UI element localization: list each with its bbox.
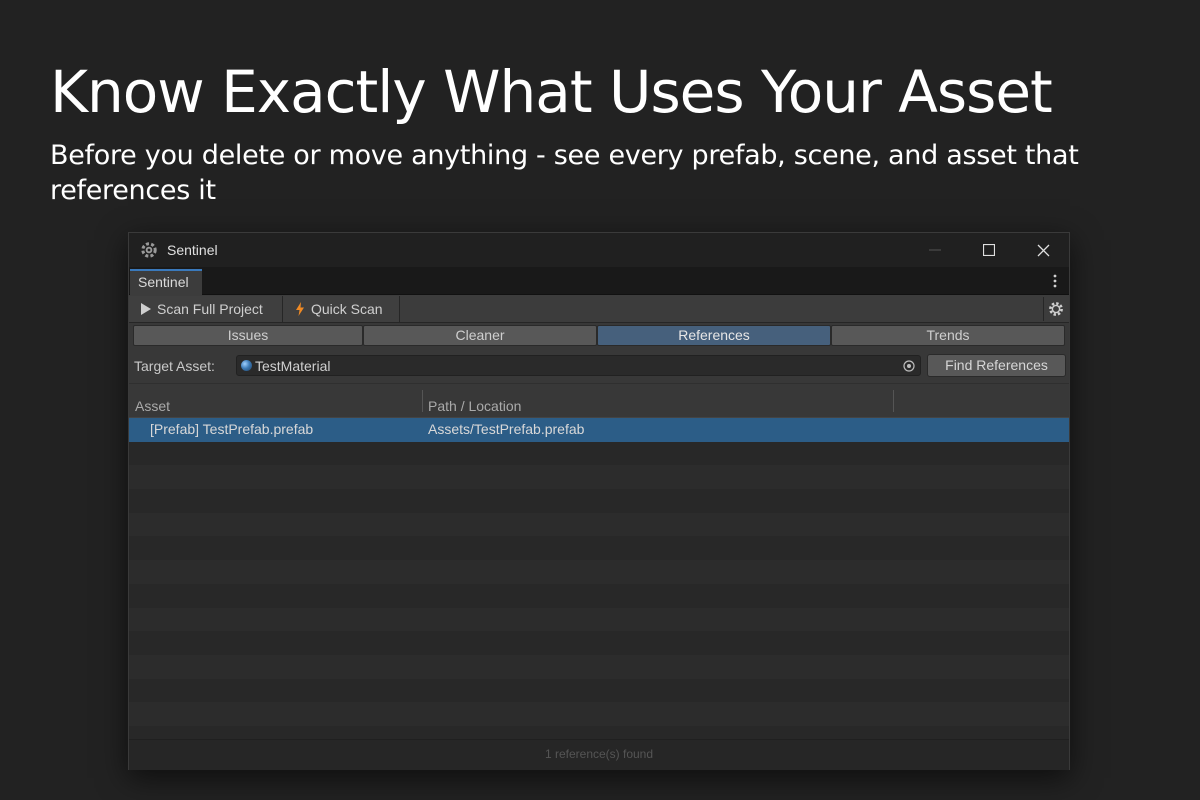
close-icon: [1037, 244, 1049, 256]
empty-row: [129, 631, 1069, 655]
empty-row: [129, 441, 1069, 466]
column-divider[interactable]: [893, 390, 894, 412]
target-asset-field[interactable]: TestMaterial: [236, 355, 921, 376]
tab-cleaner[interactable]: Cleaner: [363, 325, 597, 346]
empty-row: [129, 489, 1069, 513]
minimize-button[interactable]: [908, 233, 962, 267]
section-tabs: Issues Cleaner References Trends: [129, 323, 1069, 349]
quick-scan-label: Quick Scan: [311, 301, 383, 317]
empty-row: [129, 607, 1069, 632]
scan-full-project-button[interactable]: Scan Full Project: [129, 296, 283, 322]
table-rows: [Prefab] TestPrefab.prefab Assets/TestPre…: [129, 418, 1069, 739]
column-divider[interactable]: [422, 390, 423, 412]
tab-trends[interactable]: Trends: [831, 325, 1065, 346]
lightning-icon: [296, 302, 304, 316]
scan-full-project-label: Scan Full Project: [157, 301, 263, 317]
close-button[interactable]: [1016, 233, 1070, 267]
tab-issues[interactable]: Issues: [133, 325, 363, 346]
empty-row: [129, 536, 1069, 561]
status-bar: 1 reference(s) found: [129, 739, 1069, 770]
empty-row: [129, 702, 1069, 726]
column-header-asset[interactable]: Asset: [135, 398, 170, 414]
empty-row: [129, 560, 1069, 584]
tab-sentinel[interactable]: Sentinel: [130, 269, 202, 295]
quick-scan-button[interactable]: Quick Scan: [283, 296, 400, 322]
empty-row: [129, 725, 1069, 739]
maximize-button[interactable]: [962, 233, 1016, 267]
object-picker-icon[interactable]: [902, 359, 916, 373]
column-header-path[interactable]: Path / Location: [428, 398, 521, 414]
window-title: Sentinel: [167, 242, 218, 258]
maximize-icon: [983, 244, 995, 256]
cell-path: Assets/TestPrefab.prefab: [428, 421, 585, 437]
results-table: Asset Path / Location [Prefab] TestPrefa…: [129, 383, 1069, 739]
empty-row: [129, 512, 1069, 537]
hero-title: Know Exactly What Uses Your Asset: [50, 58, 1053, 126]
empty-row: [129, 654, 1069, 679]
material-sphere-icon: [241, 360, 252, 371]
unity-gear-icon: [139, 240, 159, 260]
empty-row: [129, 583, 1069, 608]
editor-tab-strip: Sentinel: [129, 267, 1069, 295]
hero-subtitle: Before you delete or move anything - see…: [50, 140, 1079, 206]
target-asset-row: Target Asset: TestMaterial Find Referenc…: [129, 349, 1069, 383]
table-header: Asset Path / Location: [129, 383, 1069, 418]
target-asset-label: Target Asset:: [134, 358, 215, 374]
more-options-icon[interactable]: [1049, 272, 1061, 290]
tab-references[interactable]: References: [597, 325, 831, 346]
empty-row: [129, 465, 1069, 490]
window-titlebar[interactable]: Sentinel: [129, 233, 1069, 267]
play-icon: [141, 303, 151, 315]
cell-asset: [Prefab] TestPrefab.prefab: [150, 421, 314, 437]
toolbar: Scan Full Project Quick Scan: [129, 295, 1069, 323]
empty-row: [129, 678, 1069, 703]
find-references-button[interactable]: Find References: [927, 354, 1066, 377]
settings-button[interactable]: [1043, 297, 1067, 321]
target-asset-value: TestMaterial: [255, 358, 331, 374]
table-row[interactable]: [Prefab] TestPrefab.prefab Assets/TestPre…: [129, 418, 1069, 442]
minimize-icon: [929, 249, 941, 251]
gear-icon: [1048, 302, 1063, 316]
status-text: 1 reference(s) found: [544, 747, 654, 761]
sentinel-window: Sentinel Sentinel Scan Full Project Quic…: [128, 232, 1070, 770]
